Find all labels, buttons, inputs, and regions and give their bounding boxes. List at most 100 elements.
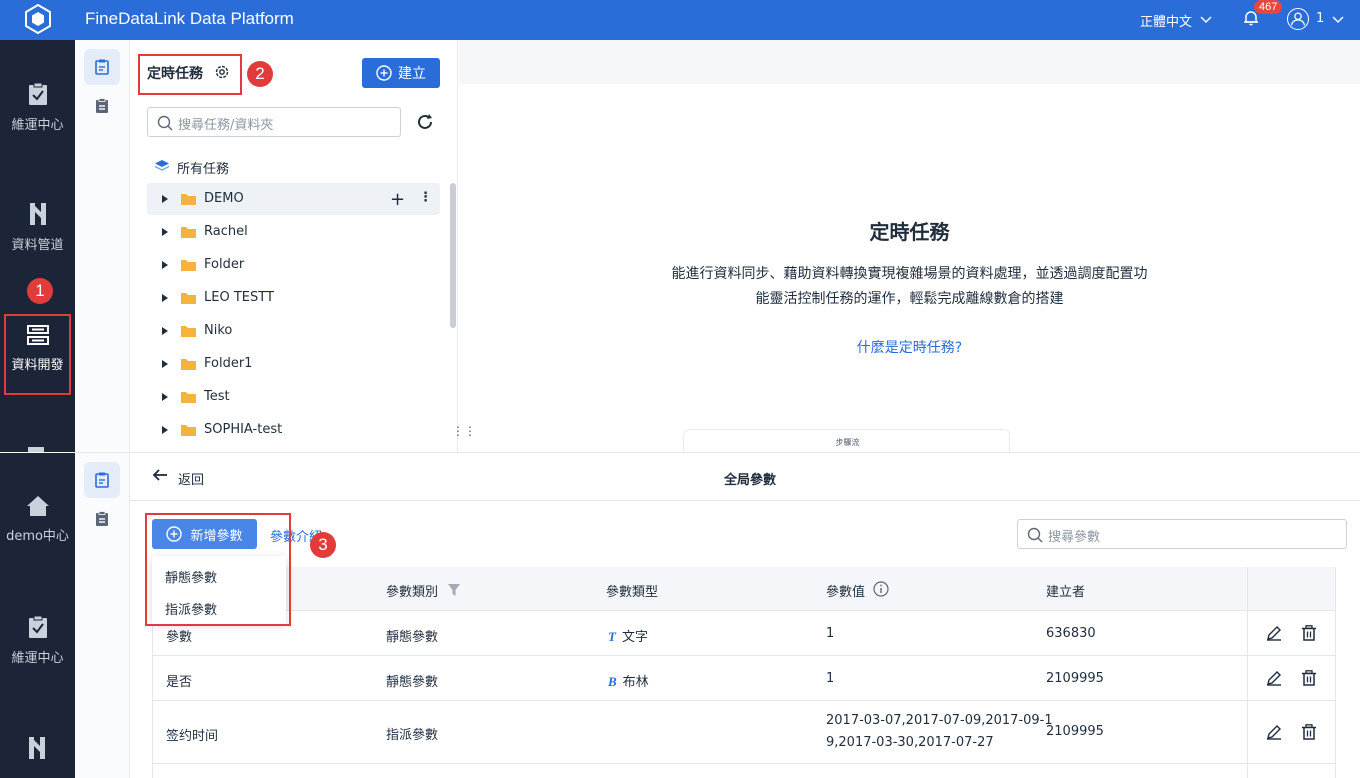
param-category: 靜態參數 <box>386 675 439 690</box>
tree-root-label: 所有任務 <box>177 162 230 177</box>
tree-folder-row[interactable]: Folder1 <box>147 348 440 380</box>
tree-scrollbar[interactable] <box>450 183 456 328</box>
clipboard-check-icon <box>28 82 47 105</box>
annotation-box-3 <box>145 513 291 626</box>
info-icon[interactable] <box>873 581 889 597</box>
search-placeholder: 搜尋參數 <box>1048 530 1101 545</box>
filter-icon[interactable] <box>448 584 460 596</box>
pipeline-icon <box>29 203 46 225</box>
empty-state-panel: 定時任務 能進行資料同步、藉助資料轉換實現複雜場景的資料處理，並透過調度配置功能… <box>459 40 1360 459</box>
param-name: 签约时间 <box>166 729 219 744</box>
tree-folder-row[interactable]: Test <box>147 381 440 413</box>
chevron-down-icon[interactable] <box>1332 13 1344 25</box>
secondary-nav <box>75 40 130 452</box>
tree-folder-row[interactable]: Rachel <box>147 216 440 248</box>
scheduled-task-nav-button[interactable] <box>84 462 120 498</box>
drag-handle-icon[interactable]: ⋮⋮ <box>452 424 476 438</box>
more-vertical-icon[interactable]: ⋮ <box>419 190 432 205</box>
param-category: 指派參數 <box>386 728 439 743</box>
folder-label: Test <box>204 389 230 404</box>
task-doc-icon <box>95 472 109 488</box>
tree-folder-row[interactable]: SOPHIA-test <box>147 414 440 446</box>
column-header-creator: 建立者 <box>1046 585 1086 600</box>
back-button[interactable]: 返回 <box>178 469 204 488</box>
annotation-marker-3: 3 <box>310 532 336 558</box>
column-header-value: 參數值 <box>826 585 866 600</box>
expand-caret-icon[interactable] <box>162 261 168 269</box>
folder-label: SOPHIA-test <box>204 422 283 437</box>
clipboard-nav-button[interactable] <box>84 501 120 537</box>
scheduled-task-nav-button[interactable] <box>84 49 120 85</box>
refresh-icon[interactable] <box>416 113 434 131</box>
sidebar-item-ops-center[interactable]: 維運中心 <box>0 82 75 133</box>
expand-caret-icon[interactable] <box>162 294 168 302</box>
table-row[interactable]: 參數 靜態參數 T 文字 1 636830 <box>153 611 1335 656</box>
tree-folder-row[interactable]: Niko <box>147 315 440 347</box>
search-placeholder: 搜尋任務/資料夾 <box>178 118 274 133</box>
user-name[interactable]: 1 <box>1316 11 1324 26</box>
expand-caret-icon[interactable] <box>162 195 168 203</box>
folder-icon <box>181 359 196 370</box>
expand-caret-icon[interactable] <box>162 393 168 401</box>
table-header: 參數類別 參數類型 參數值 建立者 <box>153 567 1335 611</box>
home-icon <box>26 496 49 516</box>
folder-icon <box>181 194 196 205</box>
folder-icon <box>181 293 196 304</box>
annotation-marker-1: 1 <box>27 278 53 304</box>
layers-icon <box>154 160 170 171</box>
partial-menu-icon <box>28 447 44 452</box>
folder-icon <box>181 227 196 238</box>
table-row[interactable]: 是否 靜態參數 B 布林 1 2109995 <box>153 656 1335 701</box>
expand-caret-icon[interactable] <box>162 426 168 434</box>
param-name: 參數 <box>166 630 193 645</box>
task-doc-icon <box>95 59 109 75</box>
param-value: 1 <box>826 626 835 641</box>
pipeline-icon[interactable] <box>26 736 48 760</box>
param-type: T 文字 <box>608 626 648 645</box>
param-value: 1 <box>826 671 835 686</box>
tree-folder-row[interactable]: Folder <box>147 249 440 281</box>
param-type-label: 布林 <box>622 675 649 690</box>
main-sidebar-bottom: demo中心 維運中心 <box>0 453 75 778</box>
user-avatar-icon[interactable] <box>1287 8 1309 30</box>
sidebar-item-label: demo中心 <box>6 529 69 544</box>
param-creator: 2109995 <box>1046 724 1104 739</box>
folder-icon <box>181 392 196 403</box>
app-logo-icon[interactable] <box>25 4 51 34</box>
annotation-marker-2: 2 <box>247 61 273 87</box>
back-arrow-icon[interactable] <box>152 468 168 482</box>
search-icon <box>157 115 173 131</box>
plus-circle-icon <box>376 65 392 81</box>
notification-badge: 467 <box>1254 0 1283 14</box>
parameter-search-input[interactable]: 搜尋參數 <box>1017 519 1347 549</box>
create-button[interactable]: 建立 <box>362 58 440 88</box>
expand-caret-icon[interactable] <box>162 327 168 335</box>
delete-icon[interactable] <box>1301 670 1317 686</box>
annotation-box-1 <box>4 314 71 395</box>
edit-icon[interactable] <box>1266 724 1282 740</box>
sidebar-item-data-pipeline[interactable]: 資料管道 <box>0 202 75 253</box>
clipboard-nav-button[interactable] <box>84 88 120 124</box>
tree-folder-row[interactable]: LEO TESTT <box>147 282 440 314</box>
app-title: FineDataLink Data Platform <box>85 9 294 28</box>
edit-icon[interactable] <box>1266 625 1282 641</box>
edit-icon[interactable] <box>1266 670 1282 686</box>
chevron-down-icon[interactable] <box>1200 13 1212 25</box>
delete-icon[interactable] <box>1301 724 1317 740</box>
table-row[interactable]: 签约时间 指派參數 2017-03-07,2017-07-09,2017-09-… <box>153 701 1335 764</box>
expand-caret-icon[interactable] <box>162 228 168 236</box>
what-is-scheduled-task-link[interactable]: 什麼是定時任務? <box>459 337 1360 357</box>
folder-icon <box>181 425 196 436</box>
add-icon[interactable]: + <box>390 189 405 210</box>
column-header-category: 參數類別 <box>386 585 439 600</box>
tree-folder-row[interactable]: DEMO + ⋮ <box>147 183 440 215</box>
delete-icon[interactable] <box>1301 625 1317 641</box>
task-search-input[interactable]: 搜尋任務/資料夾 <box>147 107 401 137</box>
sidebar-item-demo-center[interactable]: demo中心 <box>0 495 75 544</box>
language-selector[interactable]: 正體中文 <box>1140 11 1192 30</box>
sidebar-item-ops-center[interactable]: 維運中心 <box>0 615 75 666</box>
annotation-box-2 <box>138 54 242 95</box>
param-type: B 布林 <box>608 671 649 690</box>
expand-caret-icon[interactable] <box>162 360 168 368</box>
create-label: 建立 <box>398 66 426 82</box>
